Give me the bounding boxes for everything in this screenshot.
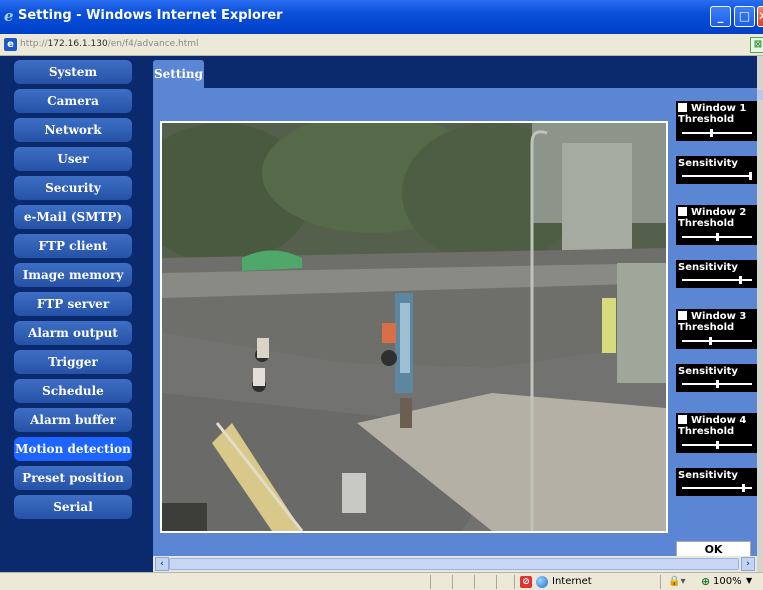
magnifier-icon[interactable]: ⊕ — [701, 575, 710, 588]
sensitivity-slider[interactable] — [682, 484, 752, 492]
zoom-level[interactable]: 100% — [713, 576, 742, 587]
minimize-button[interactable]: _ — [710, 6, 731, 27]
url-host: 172.16.1.130 — [47, 39, 108, 49]
sidebar-item-alarm-buffer[interactable]: Alarm buffer — [14, 408, 132, 432]
protected-mode-icon[interactable]: 🔒▾ — [668, 576, 685, 587]
sensitivity-slider[interactable] — [682, 380, 752, 388]
sensitivity-label: Sensitivity — [678, 262, 738, 273]
window-4-label: Window 4 — [691, 415, 747, 426]
threshold-slider-handle[interactable] — [710, 129, 713, 137]
window-2-sensitivity-box: Sensitivity — [676, 260, 757, 288]
window-4-sensitivity-box: Sensitivity — [676, 468, 757, 496]
globe-icon — [536, 576, 548, 588]
page-content: System Camera Network User Security e-Mail (S… — [0, 56, 757, 572]
sensitivity-label: Sensitivity — [678, 158, 738, 169]
window-2-box: Window 2 Threshold — [676, 205, 757, 245]
window-2-label: Window 2 — [691, 207, 747, 218]
address-bar[interactable]: e http://172.16.1.130/en/f4/advance.html… — [0, 34, 763, 56]
horizontal-scrollbar[interactable]: ‹ › — [153, 556, 757, 572]
camera-view[interactable] — [160, 121, 668, 533]
sidebar-item-security[interactable]: Security — [14, 176, 132, 200]
security-zone: Internet — [552, 576, 592, 587]
go-icon[interactable]: ⊠ — [750, 37, 763, 53]
window-2-header: Window 2 — [678, 207, 746, 218]
threshold-label: Threshold — [678, 218, 735, 229]
settings-panel: Window 1 Threshold Sensitivity Window 2 Thre… — [153, 88, 757, 559]
sidebar-item-preset-position[interactable]: Preset position — [14, 466, 132, 490]
window-4-header: Window 4 — [678, 415, 746, 426]
window-1-header: Window 1 — [678, 103, 746, 114]
scroll-left-icon[interactable]: ‹ — [155, 557, 169, 571]
scroll-thumb[interactable] — [169, 558, 739, 570]
window-3-sensitivity-box: Sensitivity — [676, 364, 757, 392]
status-bar: ⊘ Internet 🔒▾ ⊕ 100% ▼ — [0, 572, 763, 590]
threshold-slider[interactable] — [682, 233, 752, 241]
sidebar-item-e-mail-smtp[interactable]: e-Mail (SMTP) — [14, 205, 132, 229]
sidebar-item-motion-detection[interactable]: Motion detection — [14, 437, 132, 461]
window-2-checkbox[interactable] — [678, 207, 687, 216]
zoom-dropdown-icon[interactable]: ▼ — [746, 576, 752, 585]
camera-image — [162, 123, 666, 531]
sensitivity-slider-handle[interactable] — [742, 484, 745, 492]
close-button[interactable]: ✕ — [757, 6, 763, 27]
threshold-slider[interactable] — [682, 441, 752, 449]
window-1-box: Window 1 Threshold — [676, 101, 757, 141]
sidebar-item-ftp-client[interactable]: FTP client — [14, 234, 132, 258]
sidebar-item-network[interactable]: Network — [14, 118, 132, 142]
sidebar-item-serial[interactable]: Serial — [14, 495, 132, 519]
sidebar-item-schedule[interactable]: Schedule — [14, 379, 132, 403]
sensitivity-slider-handle[interactable] — [749, 172, 752, 180]
sensitivity-label: Sensitivity — [678, 470, 738, 481]
window-1-label: Window 1 — [691, 103, 747, 114]
window-title: Setting - Windows Internet Explorer — [18, 8, 283, 23]
threshold-slider[interactable] — [682, 337, 752, 345]
sensitivity-slider-handle[interactable] — [716, 380, 719, 388]
ie-icon: e — [4, 7, 14, 25]
threshold-label: Threshold — [678, 322, 735, 333]
sidebar-item-trigger[interactable]: Trigger — [14, 350, 132, 374]
window-3-label: Window 3 — [691, 311, 747, 322]
window-3-box: Window 3 Threshold — [676, 309, 757, 349]
scroll-up-icon[interactable] — [757, 90, 763, 100]
sidebar-item-alarm-output[interactable]: Alarm output — [14, 321, 132, 345]
window-1-checkbox[interactable] — [678, 103, 687, 112]
threshold-slider-handle[interactable] — [709, 337, 712, 345]
window-1-sensitivity-box: Sensitivity — [676, 156, 757, 184]
threshold-label: Threshold — [678, 426, 735, 437]
sensitivity-slider[interactable] — [682, 172, 752, 180]
sidebar-item-camera[interactable]: Camera — [14, 89, 132, 113]
vertical-scrollbar[interactable] — [757, 56, 763, 572]
threshold-slider[interactable] — [682, 129, 752, 137]
sidebar-item-user[interactable]: User — [14, 147, 132, 171]
page-icon: e — [4, 38, 17, 51]
window-titlebar: e Setting - Windows Internet Explorer _ … — [0, 0, 763, 34]
popup-blocked-icon[interactable]: ⊘ — [520, 576, 532, 588]
sidebar-item-system[interactable]: System — [14, 60, 132, 84]
scroll-right-icon[interactable]: › — [741, 557, 755, 571]
window-4-box: Window 4 Threshold — [676, 413, 757, 453]
maximize-button[interactable]: □ — [734, 6, 755, 27]
sidebar-item-ftp-server[interactable]: FTP server — [14, 292, 132, 316]
window-3-header: Window 3 — [678, 311, 746, 322]
url-path: /en/f4/advance.html — [107, 39, 199, 49]
sidebar-item-image-memory[interactable]: Image memory — [14, 263, 132, 287]
threshold-slider-handle[interactable] — [716, 233, 719, 241]
sensitivity-slider-handle[interactable] — [739, 276, 742, 284]
sensitivity-label: Sensitivity — [678, 366, 738, 377]
sensitivity-slider[interactable] — [682, 276, 752, 284]
tab-setting[interactable]: Setting — [153, 60, 204, 88]
url-prefix: http:// — [20, 39, 48, 49]
threshold-label: Threshold — [678, 114, 735, 125]
url-field[interactable]: http://172.16.1.130/en/f4/advance.html — [20, 39, 199, 49]
window-3-checkbox[interactable] — [678, 311, 687, 320]
threshold-slider-handle[interactable] — [716, 441, 719, 449]
window-4-checkbox[interactable] — [678, 415, 687, 424]
